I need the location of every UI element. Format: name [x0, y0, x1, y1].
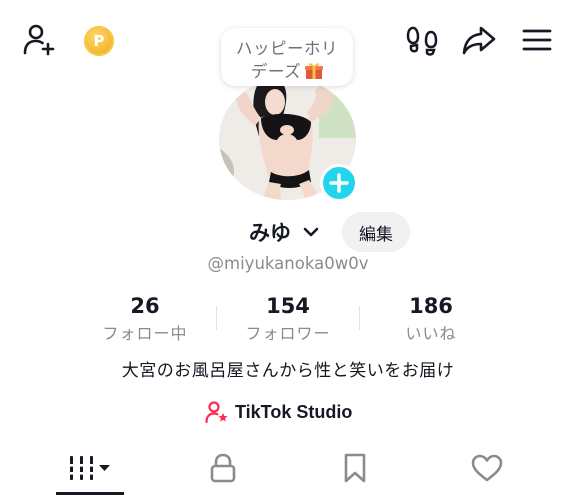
menu-button[interactable] — [516, 20, 558, 60]
account-switch-button[interactable] — [301, 222, 321, 242]
share-profile-button[interactable] — [458, 20, 500, 60]
tiktok-studio-link[interactable]: TikTok Studio — [205, 399, 352, 425]
profile-handle: @miyukanoka0w0v — [207, 254, 369, 273]
profile-name[interactable]: みゆ — [249, 217, 291, 247]
edit-profile-button[interactable]: 編集 — [342, 212, 410, 252]
holiday-bubble-line2-text: デーズ — [250, 62, 302, 81]
active-tab-indicator — [56, 492, 124, 495]
tab-videos[interactable] — [55, 446, 125, 490]
share-arrow-icon — [462, 26, 496, 55]
tab-private[interactable] — [188, 446, 258, 490]
coin-glyph: P — [93, 32, 105, 50]
gift-icon — [305, 63, 324, 79]
likes-count: 186 — [409, 294, 453, 318]
tab-favorites[interactable] — [320, 446, 390, 490]
coin-icon[interactable]: P — [84, 26, 114, 56]
add-friend-button[interactable] — [18, 18, 60, 60]
followers-stat[interactable]: 154 フォロワー — [218, 294, 358, 344]
plus-icon — [329, 173, 349, 193]
footprints-icon — [406, 26, 438, 56]
add-story-button[interactable] — [320, 164, 358, 202]
followers-label: フォロワー — [245, 324, 331, 343]
person-plus-icon — [23, 24, 55, 56]
following-stat[interactable]: 26 フォロー中 — [75, 294, 215, 344]
grid-bars-icon — [68, 456, 110, 480]
chevron-down-icon — [303, 227, 319, 237]
likes-label: いいね — [405, 324, 457, 343]
following-count: 26 — [130, 294, 160, 318]
heart-icon — [471, 454, 503, 482]
stat-divider — [216, 306, 217, 330]
profile-bio: 大宮のお風呂屋さんから性と笑いをお届け — [121, 361, 455, 381]
likes-stat[interactable]: 186 いいね — [361, 294, 501, 344]
following-label: フォロー中 — [102, 324, 188, 343]
profile-views-button[interactable] — [402, 20, 442, 60]
followers-count: 154 — [266, 294, 310, 318]
holiday-bubble-line2: デーズ — [221, 58, 353, 82]
tiktok-studio-label: TikTok Studio — [235, 401, 353, 422]
bookmark-icon — [344, 453, 366, 483]
holiday-bubble[interactable]: ハッピーホリ デーズ — [221, 28, 353, 86]
lock-icon — [210, 453, 236, 483]
person-star-icon — [205, 401, 228, 424]
tab-liked[interactable] — [452, 446, 522, 490]
holiday-bubble-line1: ハッピーホリ — [236, 39, 338, 58]
stat-divider — [359, 306, 360, 330]
hamburger-menu-icon — [522, 29, 552, 51]
